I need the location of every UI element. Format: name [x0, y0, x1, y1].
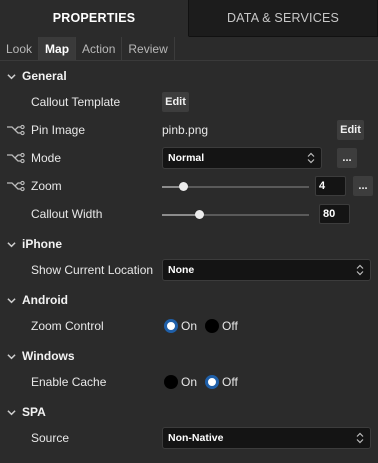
- section-android[interactable]: Android: [0, 286, 378, 314]
- row-callout-width: Callout Width 80: [0, 200, 378, 228]
- callout-width-input[interactable]: 80: [319, 204, 350, 224]
- section-general[interactable]: General: [0, 62, 378, 90]
- select-arrows-icon: [356, 432, 364, 444]
- callout-template-label: Callout Template: [31, 95, 121, 109]
- mode-label: Mode: [31, 151, 62, 165]
- tab-data-services[interactable]: DATA & SERVICES: [189, 0, 378, 37]
- enable-cache-on-radio[interactable]: [164, 375, 178, 389]
- enable-cache-on-label: On: [181, 375, 198, 389]
- section-title: General: [22, 69, 67, 83]
- callout-template-edit-button[interactable]: Edit: [162, 92, 189, 112]
- sub-tab-bar: Look Map Action Review: [0, 37, 378, 61]
- pin-image-value: pinb.png: [162, 123, 209, 137]
- subtab-map[interactable]: Map: [39, 37, 77, 60]
- callout-width-slider-fill: [162, 214, 199, 216]
- chevron-down-icon: [7, 353, 16, 359]
- callout-width-slider-thumb[interactable]: [195, 210, 204, 219]
- section-title: Android: [22, 293, 68, 307]
- section-title: iPhone: [22, 237, 63, 251]
- row-show-current-location: Show Current Location None: [0, 256, 378, 284]
- select-arrows-icon: [307, 152, 315, 164]
- pin-image-label: Pin Image: [31, 123, 86, 137]
- section-title: Windows: [22, 349, 75, 363]
- row-mode: Mode Normal ...: [0, 144, 378, 172]
- row-callout-template: Callout Template Edit: [0, 88, 378, 116]
- subtab-review[interactable]: Review: [122, 37, 175, 60]
- row-source: Source Non-Native: [0, 424, 378, 452]
- mode-select[interactable]: Normal: [162, 147, 322, 169]
- row-zoom-control: Zoom Control On Off: [0, 312, 378, 340]
- section-title: SPA: [22, 405, 46, 419]
- zoom-control-off-radio[interactable]: [205, 319, 219, 333]
- mode-more-button[interactable]: ...: [337, 148, 357, 168]
- enable-cache-off-radio[interactable]: [205, 375, 219, 389]
- zoom-control-on-label: On: [181, 319, 198, 333]
- chevron-down-icon: [7, 409, 16, 415]
- tab-properties[interactable]: PROPERTIES: [0, 0, 189, 37]
- zoom-control-on-radio[interactable]: [164, 319, 178, 333]
- section-windows[interactable]: Windows: [0, 342, 378, 370]
- callout-width-label: Callout Width: [31, 207, 103, 221]
- chevron-down-icon: [7, 297, 16, 303]
- subtab-look[interactable]: Look: [0, 37, 40, 60]
- enable-cache-label: Enable Cache: [31, 375, 107, 389]
- enable-cache-off-label: Off: [222, 375, 238, 389]
- zoom-slider-thumb[interactable]: [179, 182, 188, 191]
- section-iphone[interactable]: iPhone: [0, 230, 378, 258]
- chevron-down-icon: [7, 241, 16, 247]
- source-select-value: Non-Native: [168, 432, 224, 444]
- mode-select-value: Normal: [168, 152, 205, 164]
- zoom-control-label: Zoom Control: [31, 319, 104, 333]
- source-select[interactable]: Non-Native: [162, 427, 371, 449]
- select-arrows-icon: [356, 264, 364, 276]
- pin-image-edit-button[interactable]: Edit: [337, 120, 364, 140]
- zoom-input[interactable]: 4: [315, 176, 346, 196]
- link-icon[interactable]: [6, 124, 25, 136]
- zoom-control-off-label: Off: [222, 319, 238, 333]
- row-enable-cache: Enable Cache On Off: [0, 368, 378, 396]
- show-current-location-label: Show Current Location: [31, 263, 154, 277]
- row-pin-image: Pin Image pinb.png Edit: [0, 116, 378, 144]
- zoom-label: Zoom: [31, 179, 62, 193]
- link-icon[interactable]: [6, 180, 25, 192]
- show-current-location-value: None: [168, 264, 195, 276]
- chevron-down-icon: [7, 73, 16, 79]
- source-label: Source: [31, 431, 70, 445]
- top-tab-bar: PROPERTIES DATA & SERVICES: [0, 0, 378, 37]
- show-current-location-select[interactable]: None: [162, 259, 371, 281]
- zoom-more-button[interactable]: ...: [353, 176, 373, 196]
- row-zoom: Zoom 4 ...: [0, 172, 378, 200]
- section-spa[interactable]: SPA: [0, 398, 378, 426]
- link-icon[interactable]: [6, 152, 25, 164]
- subtab-action[interactable]: Action: [76, 37, 123, 60]
